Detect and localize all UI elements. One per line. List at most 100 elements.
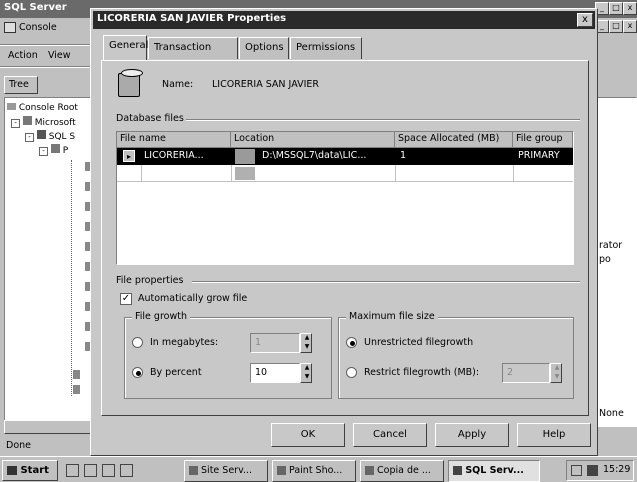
app-icon (365, 466, 374, 475)
quicklaunch-outlook-icon[interactable] (84, 464, 97, 477)
tray-network-icon[interactable] (571, 465, 582, 476)
console-menu-label[interactable]: Console (19, 22, 57, 33)
task-sql-server[interactable]: SQL Serv... (448, 460, 540, 482)
tab-options[interactable]: Options (239, 37, 289, 59)
file-growth-group (124, 317, 332, 399)
name-value: LICORERIA SAN JAVIER (212, 79, 319, 90)
table-row[interactable]: ▸ LICORERIA... D:\MSSQL7\data\LIC... 1 P… (117, 148, 573, 165)
task-paint-shop-label[interactable]: Paint Sho... (289, 465, 342, 476)
tree-item-microsoft[interactable]: - Microsoft (11, 116, 76, 129)
tab-permissions[interactable]: Permissions (290, 37, 362, 59)
details-text-3: None (599, 408, 624, 419)
table-row-empty[interactable] (117, 165, 573, 182)
apply-button-label[interactable]: Apply (458, 429, 486, 440)
tree-tab-label[interactable]: Tree (9, 79, 29, 90)
system-tray: 15:29 (566, 460, 634, 481)
help-button[interactable]: Help (517, 423, 591, 447)
column-header-space[interactable]: Space Allocated (MB) (395, 132, 513, 148)
view-menu[interactable]: View (48, 50, 71, 61)
tree-item-p[interactable]: - P (39, 144, 68, 157)
app-icon (189, 466, 198, 475)
column-header-location[interactable]: Location (231, 132, 395, 148)
quicklaunch-ie-icon[interactable] (66, 464, 79, 477)
tab-general[interactable]: General (103, 35, 148, 60)
task-site-server-label[interactable]: Site Serv... (201, 465, 252, 476)
spin-up-icon[interactable]: ▲ (301, 364, 313, 373)
cell-location[interactable]: D:\MSSQL7\data\LIC... (259, 148, 393, 164)
spin-up-icon[interactable]: ▲ (551, 364, 563, 373)
spin-up-icon[interactable]: ▲ (301, 334, 313, 343)
task-copia-de[interactable]: Copia de ... (360, 460, 444, 482)
megabytes-input[interactable]: 1 (250, 333, 300, 353)
megabytes-spinner[interactable]: ▲ ▼ (300, 333, 312, 353)
megabytes-input-value: 1 (255, 337, 262, 348)
in-megabytes-label[interactable]: In megabytes: (150, 337, 218, 348)
restrict-label[interactable]: Restrict filegrowth (MB): (364, 367, 479, 378)
location-browse-button[interactable] (235, 149, 255, 164)
quicklaunch-channels-icon[interactable] (120, 464, 133, 477)
db-icon[interactable] (73, 385, 80, 394)
bg-inner-maximize-button[interactable]: □ (609, 20, 623, 33)
ok-button-label[interactable]: OK (301, 429, 315, 440)
spin-down-icon[interactable]: ▼ (301, 373, 313, 382)
percent-spinner[interactable]: ▲ ▼ (300, 363, 312, 383)
action-menu[interactable]: Action (8, 50, 38, 61)
quicklaunch-desktop-icon[interactable] (102, 464, 115, 477)
restrict-radio[interactable] (346, 367, 357, 378)
tab-options-label[interactable]: Options (245, 42, 284, 53)
task-site-server[interactable]: Site Serv... (184, 460, 268, 482)
percent-input[interactable]: 10 (250, 363, 300, 383)
tree-tab[interactable]: Tree (4, 76, 38, 94)
unrestricted-label[interactable]: Unrestricted filegrowth (364, 337, 473, 348)
details-pane[interactable]: rator po None (592, 97, 637, 427)
bg-inner-close-button[interactable]: x (623, 20, 637, 33)
cancel-button[interactable]: Cancel (353, 423, 427, 447)
by-percent-label[interactable]: By percent (150, 367, 202, 378)
tree-item-console-root[interactable]: Console Root (7, 102, 78, 114)
start-button-label[interactable]: Start (20, 465, 48, 476)
tab-strip: General Transaction Log Options Permissi… (103, 35, 383, 73)
grid-cell-divider (231, 165, 232, 182)
tree-item-sql-label: SQL S (48, 132, 76, 142)
spin-down-icon[interactable]: ▼ (551, 373, 563, 382)
in-megabytes-radio[interactable] (132, 337, 143, 348)
tab-transaction-log[interactable]: Transaction Log (148, 37, 238, 73)
spin-down-icon[interactable]: ▼ (301, 343, 313, 352)
auto-grow-label[interactable]: Automatically grow file (138, 293, 247, 304)
database-files-grid[interactable]: File name Location Space Allocated (MB) … (116, 131, 574, 265)
tab-permissions-label[interactable]: Permissions (296, 42, 355, 53)
tree-pane[interactable]: Console Root - Microsoft - SQL S - P (4, 97, 96, 427)
bg-maximize-button[interactable]: □ (609, 2, 623, 15)
ok-button[interactable]: OK (271, 423, 345, 447)
column-header-file-group[interactable]: File group (513, 132, 573, 148)
tree-item-sql[interactable]: - SQL S (25, 130, 75, 143)
unrestricted-radio[interactable] (346, 337, 357, 348)
bg-close-button[interactable]: x (623, 2, 637, 15)
restrict-input[interactable]: 2 (502, 363, 550, 383)
percent-input-value: 10 (255, 367, 268, 378)
expander-icon: - (25, 133, 34, 142)
task-sql-server-label[interactable]: SQL Serv... (465, 465, 524, 476)
cell-file-name[interactable]: LICORERIA... (141, 148, 229, 164)
tray-sql-icon[interactable] (587, 465, 598, 476)
tree-hscrollbar[interactable] (4, 420, 96, 434)
column-header-file-name[interactable]: File name (117, 132, 231, 148)
restrict-spinner[interactable]: ▲ ▼ (550, 363, 562, 383)
auto-grow-checkbox[interactable]: ✓ (120, 293, 132, 305)
by-percent-radio[interactable] (132, 367, 143, 378)
cancel-button-label[interactable]: Cancel (373, 429, 407, 440)
tab-general-label[interactable]: General (109, 40, 148, 51)
start-button[interactable]: Start (2, 460, 58, 481)
location-browse-button[interactable] (235, 167, 255, 180)
details-text-2: po (599, 254, 611, 265)
db-icon[interactable] (73, 370, 80, 379)
cell-space[interactable]: 1 (397, 148, 507, 164)
console-menu[interactable]: Console (4, 22, 92, 38)
cell-file-group[interactable]: PRIMARY (515, 148, 571, 164)
task-copia-de-label[interactable]: Copia de ... (377, 465, 431, 476)
task-paint-shop[interactable]: Paint Sho... (272, 460, 356, 482)
status-bar-text: Done (6, 440, 31, 451)
apply-button[interactable]: Apply (435, 423, 509, 447)
dialog-close-button[interactable]: x (577, 13, 593, 27)
help-button-label[interactable]: Help (543, 429, 566, 440)
